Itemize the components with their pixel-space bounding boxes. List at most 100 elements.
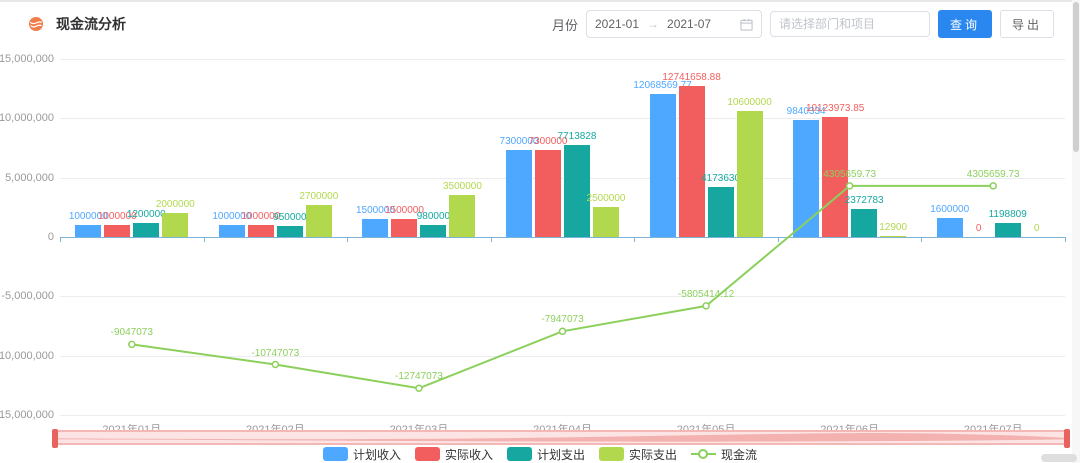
bar[interactable]	[708, 187, 734, 237]
line-value-label: -9047073	[111, 327, 153, 338]
bar[interactable]	[679, 86, 705, 237]
bar-value-label: 1600000	[930, 204, 969, 215]
grid-line	[60, 59, 1065, 60]
legend-swatch-icon	[323, 447, 348, 461]
line-value-label: 4305659.73	[823, 169, 876, 180]
legend-swatch-icon	[415, 447, 440, 461]
bar[interactable]	[506, 150, 532, 237]
bar-value-label: 0	[1034, 223, 1040, 234]
bar-value-label: 7713828	[558, 131, 597, 142]
bar[interactable]	[449, 195, 475, 237]
bar-value-label: 4173630	[701, 173, 740, 184]
chart-legend: 计划收入 实际收入 计划支出 实际支出 现金流	[0, 446, 1080, 462]
line-point[interactable]	[560, 328, 566, 334]
line-point[interactable]	[272, 362, 278, 368]
legend-item[interactable]: 计划支出	[507, 446, 585, 463]
grid-line	[60, 356, 1065, 357]
y-axis-label: 0	[0, 231, 54, 243]
bar[interactable]	[564, 145, 590, 237]
y-axis-label: -15,000,000	[0, 409, 54, 421]
y-axis-label: 5,000,000	[0, 172, 54, 184]
x-axis-tick	[491, 237, 492, 242]
legend-swatch-icon	[507, 447, 532, 461]
bar-value-label: 2372783	[845, 195, 884, 206]
bar[interactable]	[650, 94, 676, 237]
bar-value-label: 3500000	[443, 181, 482, 192]
vertical-scrollbar-thumb[interactable]	[1073, 2, 1079, 152]
bar[interactable]	[737, 111, 763, 237]
legend-label: 实际支出	[629, 446, 677, 463]
grid-line	[60, 178, 1065, 179]
bar-value-label: 2000000	[156, 199, 195, 210]
x-axis-tick	[921, 237, 922, 242]
datazoom-slider[interactable]	[55, 430, 1067, 445]
bar[interactable]	[219, 225, 245, 237]
bar-value-label: 12741658.88	[662, 72, 720, 83]
bar[interactable]	[75, 225, 101, 237]
bar[interactable]	[391, 219, 417, 237]
bar[interactable]	[937, 218, 963, 237]
bar-value-label: 980000	[417, 211, 450, 222]
bar-value-label: 10600000	[727, 97, 772, 108]
line-value-label: -12747073	[395, 371, 443, 382]
bar[interactable]	[248, 225, 274, 237]
bar[interactable]	[104, 225, 130, 237]
legend-line-icon	[691, 447, 716, 461]
datazoom-data-shadow	[55, 432, 1067, 443]
bar[interactable]	[162, 213, 188, 237]
grid-line	[60, 296, 1065, 297]
bar[interactable]	[995, 223, 1021, 237]
x-axis-line	[60, 237, 1065, 238]
x-axis-tick	[60, 237, 61, 242]
horizontal-scrollbar-thumb[interactable]	[1041, 454, 1077, 462]
bar-value-label: 1198809	[989, 209, 1027, 220]
y-axis-label: -10,000,000	[0, 350, 54, 362]
line-value-label: -7947073	[541, 314, 583, 325]
bar-value-label: 0	[976, 223, 982, 234]
bar[interactable]	[535, 150, 561, 237]
line-point[interactable]	[703, 303, 709, 309]
bar-value-label: 1200000	[127, 209, 166, 220]
legend-label: 计划收入	[353, 446, 401, 463]
y-axis-label: 10,000,000	[0, 112, 54, 124]
x-axis-tick	[347, 237, 348, 242]
line-point[interactable]	[416, 385, 422, 391]
bar-value-label: 10123973.85	[806, 103, 864, 114]
bar-value-label: 12900	[879, 222, 907, 233]
bar[interactable]	[851, 209, 877, 237]
bar-value-label: 950000	[273, 212, 306, 223]
legend-item[interactable]: 计划收入	[323, 446, 401, 463]
x-axis-tick	[1065, 237, 1066, 242]
line-value-label: 4305659.73	[967, 169, 1020, 180]
line-value-label: -5805414.12	[678, 289, 734, 300]
bar[interactable]	[362, 219, 388, 237]
line-point[interactable]	[129, 341, 135, 347]
bar-value-label: 2700000	[299, 191, 338, 202]
legend-item[interactable]: 实际支出	[599, 446, 677, 463]
bar-value-label: 2500000	[587, 193, 626, 204]
cash-flow-chart: 15,000,000 10,000,000 5,000,000 0 -5,000,000…	[0, 0, 1080, 463]
vertical-scrollbar[interactable]	[1072, 0, 1080, 463]
line-point[interactable]	[990, 183, 996, 189]
legend-label: 实际收入	[445, 446, 493, 463]
legend-item[interactable]: 实际收入	[415, 446, 493, 463]
grid-line	[60, 415, 1065, 416]
x-axis-tick	[204, 237, 205, 242]
bar[interactable]	[880, 236, 906, 237]
legend-item[interactable]: 现金流	[691, 446, 757, 463]
bar[interactable]	[793, 120, 819, 237]
line-value-label: -10747073	[251, 348, 299, 359]
x-axis-tick	[778, 237, 779, 242]
legend-label: 现金流	[721, 446, 757, 463]
grid-line	[60, 118, 1065, 119]
bar[interactable]	[593, 207, 619, 237]
bar[interactable]	[420, 225, 446, 237]
y-axis-label: -5,000,000	[0, 290, 54, 302]
legend-swatch-icon	[599, 447, 624, 461]
bar[interactable]	[133, 223, 159, 237]
y-axis-label: 15,000,000	[0, 53, 54, 65]
x-axis-tick	[634, 237, 635, 242]
legend-label: 计划支出	[537, 446, 585, 463]
bar[interactable]	[306, 205, 332, 237]
bar[interactable]	[277, 226, 303, 237]
